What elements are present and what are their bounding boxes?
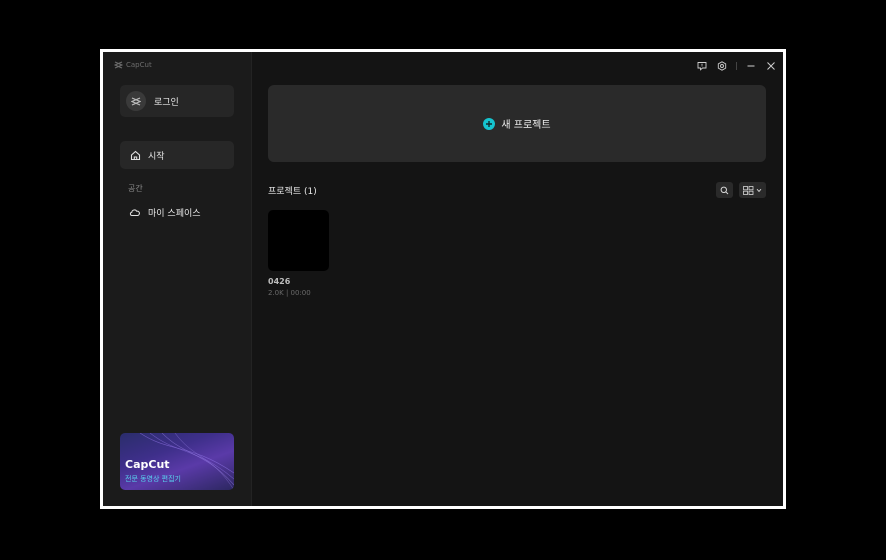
- home-icon: [130, 150, 141, 161]
- project-meta: 2.0K | 00:00: [268, 289, 311, 297]
- projects-title: 프로젝트 (1): [268, 187, 317, 197]
- brand-name: CapCut: [126, 61, 152, 69]
- feedback-icon[interactable]: [696, 60, 708, 72]
- sidebar: CapCut 로그인 시작 공간 마이 스페이스 CapCut 전문 동영상 편…: [103, 52, 252, 506]
- brand: CapCut: [114, 61, 152, 69]
- promo-subtitle: 전문 동영상 편집기: [125, 475, 181, 483]
- sidebar-item-label: 마이 스페이스: [148, 208, 201, 219]
- avatar: [126, 91, 146, 111]
- plus-icon: [483, 117, 496, 130]
- window-controls: [696, 60, 777, 72]
- new-project-label: 새 프로젝트: [501, 120, 551, 131]
- minimize-icon[interactable]: [745, 60, 757, 72]
- capcut-logo-icon: [114, 61, 123, 69]
- login-label: 로그인: [154, 97, 179, 108]
- promo-banner[interactable]: CapCut 전문 동영상 편집기: [120, 433, 234, 490]
- capcut-logo-icon: [131, 96, 141, 106]
- chevron-down-icon: [756, 188, 762, 192]
- grid-view-icon: [743, 185, 754, 195]
- view-toggle-button[interactable]: [739, 182, 766, 198]
- main-area: 새 프로젝트 프로젝트 (1) 0426 2.0K | 00:00: [252, 52, 783, 506]
- section-label-space: 공간: [128, 184, 143, 193]
- sidebar-item-label: 시작: [148, 151, 165, 162]
- project-name[interactable]: 0426: [268, 277, 290, 286]
- close-icon[interactable]: [765, 60, 777, 72]
- cloud-icon: [129, 207, 141, 217]
- search-icon: [720, 186, 729, 194]
- login-button[interactable]: 로그인: [120, 85, 234, 117]
- sidebar-item-home[interactable]: 시작: [120, 141, 234, 169]
- project-thumbnail[interactable]: [268, 210, 329, 271]
- search-button[interactable]: [716, 182, 733, 198]
- sidebar-item-my-space[interactable]: 마이 스페이스: [120, 202, 234, 222]
- new-project-button[interactable]: 새 프로젝트: [268, 85, 766, 162]
- divider: [736, 62, 737, 70]
- promo-title: CapCut: [125, 458, 170, 471]
- app-window: CapCut 로그인 시작 공간 마이 스페이스 CapCut 전문 동영상 편…: [100, 49, 786, 509]
- settings-icon[interactable]: [716, 60, 728, 72]
